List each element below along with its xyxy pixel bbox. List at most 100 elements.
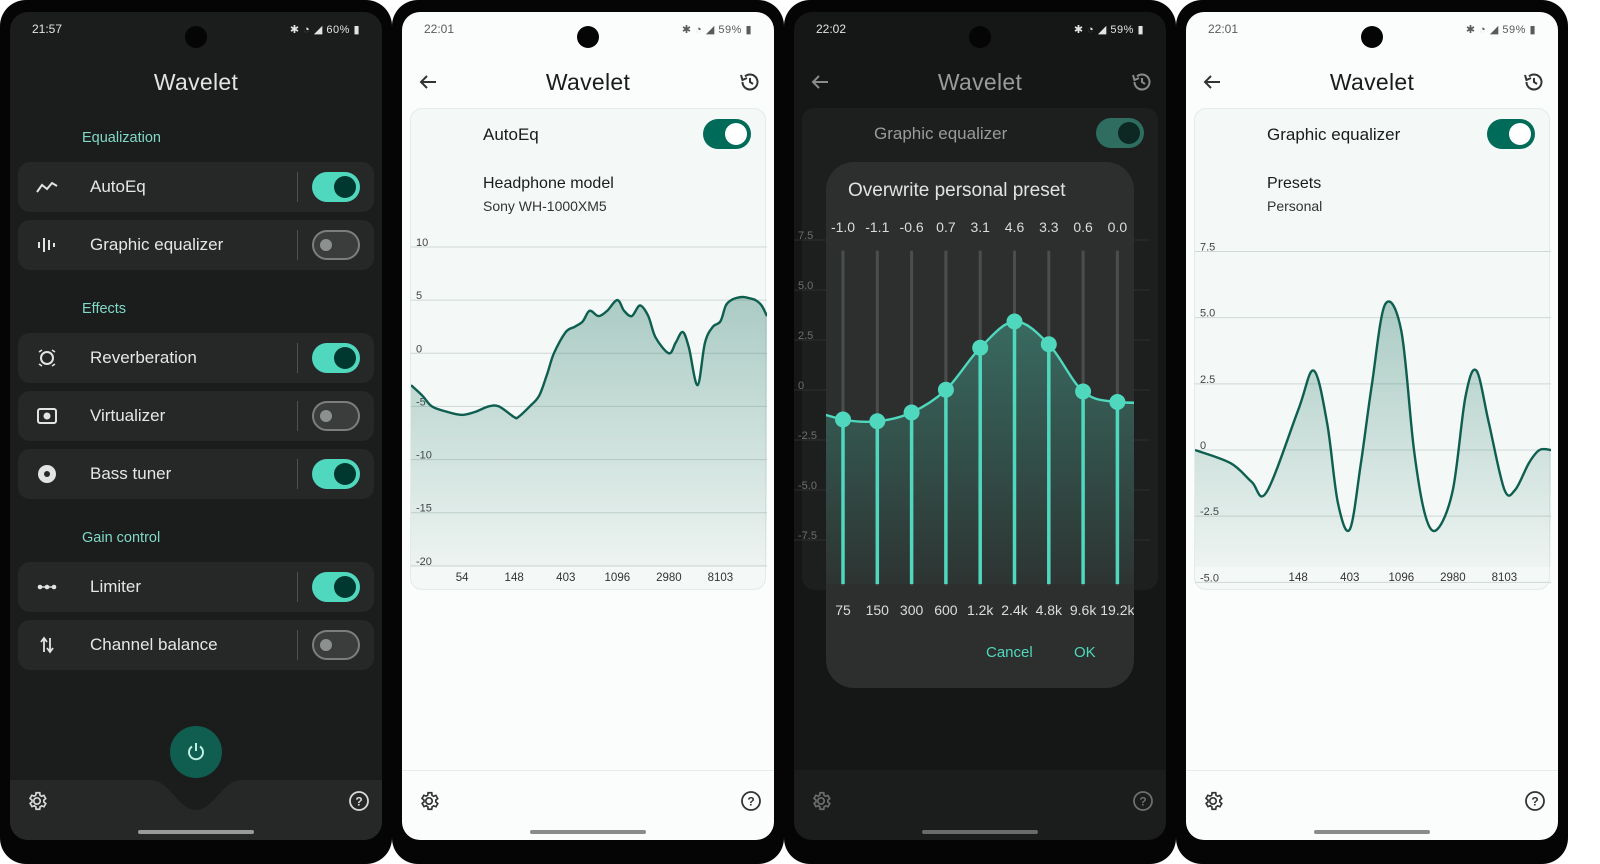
back-arrow-icon[interactable] xyxy=(1200,70,1224,94)
bass-icon xyxy=(30,462,64,486)
row-graphic-equalizer[interactable]: Graphic equalizer xyxy=(18,220,374,270)
reverb-icon xyxy=(30,346,64,370)
autoeq-icon xyxy=(30,175,64,199)
channel-balance-switch[interactable] xyxy=(312,630,360,660)
status-icons: ✱ ◔ ◢ 60% ▮ xyxy=(289,23,360,36)
settings-icon[interactable] xyxy=(810,790,832,812)
bottom-bar: ? xyxy=(794,770,1166,840)
help-icon[interactable]: ? xyxy=(348,790,370,812)
app-bar: Wavelet xyxy=(1186,56,1558,108)
help-icon[interactable]: ? xyxy=(740,790,762,812)
settings-icon[interactable] xyxy=(1202,790,1224,812)
settings-icon[interactable] xyxy=(418,790,440,812)
camera-cutout xyxy=(185,26,207,48)
band-handle xyxy=(937,381,954,398)
presets-value[interactable]: Personal xyxy=(1267,198,1322,214)
band-frequency-label: 600 xyxy=(934,602,958,618)
row-bass-tuner[interactable]: Bass tuner xyxy=(18,449,374,499)
graphic-equalizer-bands[interactable]: -1.0 75 -1.1 150 -0.6 300 0.7 600 3.1 1.2k 4.6 2.4k… xyxy=(826,212,1134,632)
virtualizer-icon xyxy=(30,404,64,428)
x-tick-label: 8103 xyxy=(708,572,734,584)
back-arrow-icon[interactable] xyxy=(808,70,832,94)
autoeq-switch[interactable] xyxy=(703,119,751,149)
band-gain-label: -1.0 xyxy=(831,219,855,235)
equalizer-switch[interactable] xyxy=(1096,118,1144,148)
x-tick-label: 2980 xyxy=(1440,572,1466,584)
app-title: Wavelet xyxy=(1329,68,1415,95)
y-tick-label: 5 xyxy=(416,290,422,302)
reverberation-switch[interactable] xyxy=(312,343,360,373)
row-label: Bass tuner xyxy=(90,464,172,483)
band-gain-label: -1.1 xyxy=(865,219,889,235)
y-tick-label: 5.0 xyxy=(1200,308,1215,320)
row-autoeq[interactable]: AutoEq xyxy=(18,162,374,212)
status-time: 22:01 xyxy=(1208,22,1239,36)
dialog-title: Overwrite personal preset xyxy=(848,180,1066,201)
help-icon[interactable]: ? xyxy=(1524,790,1546,812)
band-frequency-label: 9.6k xyxy=(1070,602,1097,618)
row-limiter[interactable]: Limiter xyxy=(18,562,374,612)
row-reverberation[interactable]: Reverberation xyxy=(18,333,374,383)
limiter-switch[interactable] xyxy=(312,572,360,602)
row-virtualizer[interactable]: Virtualizer xyxy=(18,391,374,441)
row-label: AutoEq xyxy=(90,177,146,196)
ok-button[interactable]: OK xyxy=(1074,644,1096,661)
curve-fill xyxy=(411,297,767,567)
svg-text:?: ? xyxy=(1139,795,1146,809)
divider xyxy=(297,343,298,373)
y-tick-label: -5.0 xyxy=(1200,572,1219,584)
row-label: Reverberation xyxy=(90,348,197,367)
y-tick-label: -5.0 xyxy=(798,480,817,492)
settings-icon[interactable] xyxy=(26,790,48,812)
svg-text:?: ? xyxy=(747,795,754,809)
battery-level: 60% xyxy=(326,23,350,36)
status-time: 22:02 xyxy=(816,22,847,36)
graphic-equalizer-switch[interactable] xyxy=(312,230,360,260)
app-title: Wavelet xyxy=(937,68,1023,95)
autoeq-card: AutoEq Headphone model Sony WH-1000XM5 1… xyxy=(410,108,767,590)
cancel-button[interactable]: Cancel xyxy=(986,644,1033,661)
presets-label[interactable]: Presets xyxy=(1267,175,1321,193)
help-icon[interactable]: ? xyxy=(1132,790,1154,812)
divider xyxy=(297,572,298,602)
virtualizer-switch[interactable] xyxy=(312,401,360,431)
equalizer-icon xyxy=(30,233,64,257)
history-icon[interactable] xyxy=(1522,70,1546,94)
x-tick-label: 8103 xyxy=(1492,572,1518,584)
section-equalization: Equalization xyxy=(82,130,161,146)
headphone-model-label: Headphone model xyxy=(483,175,614,192)
bottom-bar: ? xyxy=(402,770,774,840)
curve-fill xyxy=(1195,301,1551,567)
camera-cutout xyxy=(1361,26,1383,48)
band-gain-label: 0.7 xyxy=(936,219,956,235)
equalizer-switch[interactable] xyxy=(1487,119,1535,149)
y-tick-label: 10 xyxy=(416,237,428,249)
row-channel-balance[interactable]: Channel balance xyxy=(18,620,374,670)
band-frequency-label: 1.2k xyxy=(967,602,994,618)
autoeq-switch[interactable] xyxy=(312,172,360,202)
y-tick-label: 0 xyxy=(416,343,422,355)
history-icon[interactable] xyxy=(738,70,762,94)
power-button[interactable] xyxy=(170,726,222,778)
home-indicator xyxy=(1314,830,1430,834)
x-tick-label: 1096 xyxy=(605,572,631,584)
band-handle xyxy=(1075,383,1092,400)
equalizer-frequency-chart: 7.55.02.50-2.5-5.0-7.5148403109629808103 xyxy=(1195,241,1551,584)
power-icon xyxy=(188,743,204,761)
back-arrow-icon[interactable] xyxy=(416,70,440,94)
y-tick-label: 2.5 xyxy=(798,330,813,342)
battery-level: 59% xyxy=(1110,23,1134,36)
history-icon[interactable] xyxy=(1130,70,1154,94)
divider xyxy=(297,172,298,202)
divider xyxy=(297,459,298,489)
status-icons: ✱ ◔ ◢ 59% ▮ xyxy=(1465,23,1536,36)
headphone-model-value[interactable]: Sony WH-1000XM5 xyxy=(483,198,607,214)
bottom-bar: ? xyxy=(1186,770,1558,840)
camera-cutout xyxy=(577,26,599,48)
band-gain-label: 0.0 xyxy=(1108,219,1128,235)
divider xyxy=(297,230,298,260)
status-icons: ✱ ◔ ◢ 59% ▮ xyxy=(681,23,752,36)
app-bar: Wavelet xyxy=(10,56,382,108)
divider xyxy=(297,401,298,431)
bass-tuner-switch[interactable] xyxy=(312,459,360,489)
